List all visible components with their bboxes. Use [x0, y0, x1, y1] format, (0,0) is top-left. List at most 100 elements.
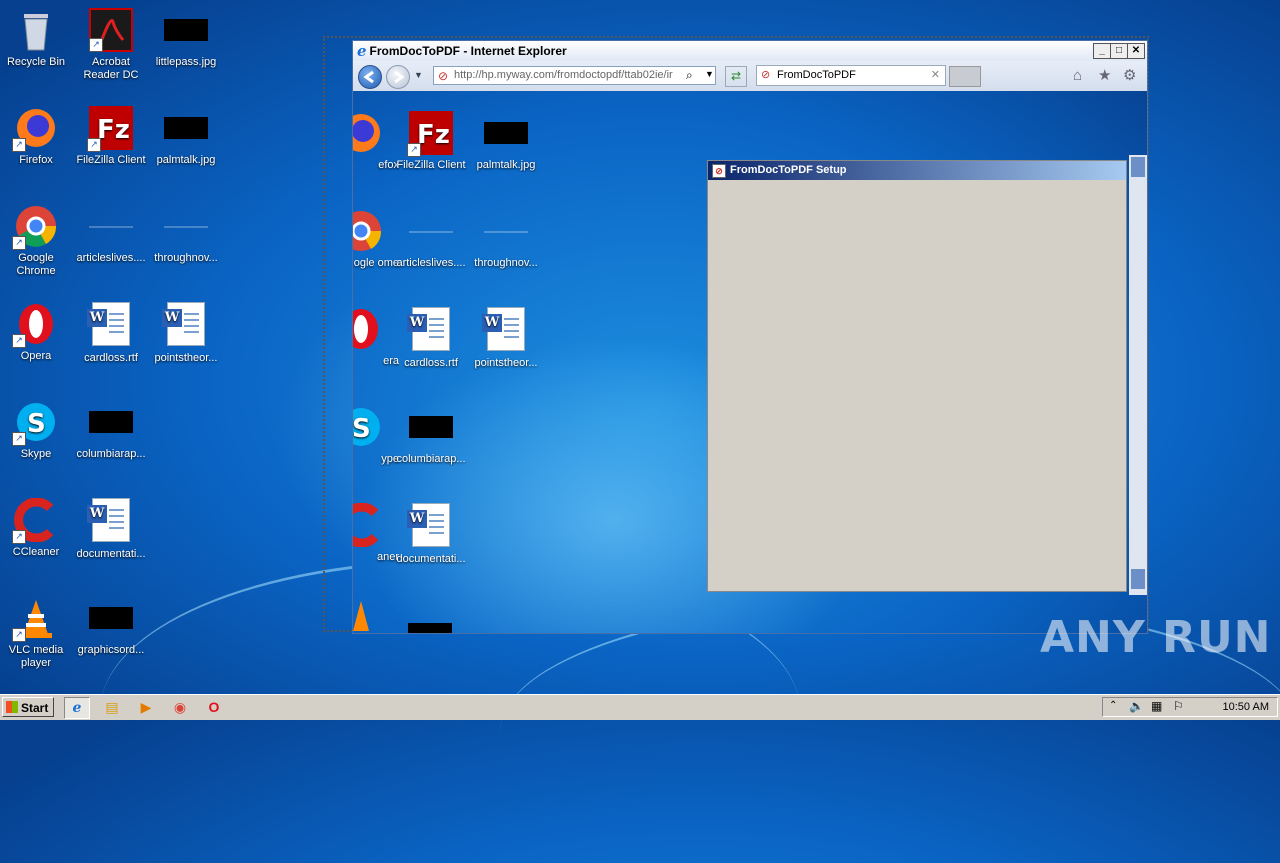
desktop-icon-palmtalk[interactable]: palmtalk.jpg: [148, 106, 224, 167]
forward-button[interactable]: [386, 65, 410, 89]
window-titlebar[interactable]: e FromDocToPDF - Internet Explorer _ □ ✕: [353, 41, 1147, 61]
desktop-icon-label: CCleaner: [12, 546, 60, 558]
media-player-icon[interactable]: ▶: [134, 697, 158, 717]
image-thumbnail: [164, 19, 208, 41]
volume-icon[interactable]: 🔈: [1129, 699, 1144, 713]
address-dropdown-icon[interactable]: ▼: [705, 69, 714, 79]
new-tab-button[interactable]: [949, 66, 981, 87]
word-document-icon: W: [407, 503, 450, 547]
desktop-icon-firefox[interactable]: ↗ Firefox: [0, 106, 74, 167]
search-icon[interactable]: ⌕: [686, 68, 693, 83]
scrollbar-thumb-bottom[interactable]: [1131, 569, 1145, 589]
refresh-icon[interactable]: ⇄: [725, 66, 747, 87]
desktop-icon-acrobat[interactable]: ↗ Acrobat Reader DC: [73, 8, 149, 82]
desktop-icon-littlepass[interactable]: littlepass.jpg: [148, 8, 224, 69]
desktop-icon-label: Opera: [20, 350, 52, 362]
history-dropdown-icon[interactable]: ▼: [414, 70, 423, 80]
desktop-icon-label: cardloss.rtf: [84, 352, 138, 364]
tab-close-icon[interactable]: ✕: [931, 66, 940, 85]
desktop-icon-label: throughnov...: [154, 252, 218, 264]
desktop-icon-graphicsord[interactable]: graphicsord...: [73, 596, 149, 657]
favorites-star-icon[interactable]: ★: [1098, 66, 1111, 84]
desktop-icon-chrome[interactable]: ↗ Google Chrome: [0, 204, 74, 278]
firefox-icon: ↗: [12, 106, 58, 152]
tray-expand-icon[interactable]: ⌃: [1109, 700, 1117, 711]
network-icon[interactable]: ▦: [1151, 699, 1162, 713]
tab-fromdoctopdf[interactable]: ⊘ FromDocToPDF ✕: [756, 65, 946, 86]
vlc-cone-icon: [353, 601, 369, 631]
minimize-button[interactable]: _: [1093, 43, 1111, 59]
desktop-icon-label: Recycle Bin: [6, 56, 66, 68]
close-button[interactable]: ✕: [1127, 43, 1145, 59]
desktop-icon-label: Google Chrome: [16, 252, 56, 277]
recycle-bin-icon: [14, 8, 58, 52]
clock[interactable]: 10:50 AM: [1223, 701, 1269, 713]
image-thumbnail: [89, 607, 133, 629]
navigation-bar: ▼ ⊘ http://hp.myway.com/fromdoctopdf/tta…: [353, 61, 1147, 91]
flag-icon[interactable]: ⚐: [1173, 699, 1184, 713]
window-title: FromDocToPDF - Internet Explorer: [369, 44, 567, 58]
desktop-icon-skype[interactable]: S ↗ Skype: [0, 400, 74, 461]
tab-favicon: ⊘: [761, 69, 771, 81]
vertical-scrollbar[interactable]: [1129, 155, 1147, 595]
back-button[interactable]: [358, 65, 382, 89]
tab-label: FromDocToPDF: [777, 69, 856, 81]
setup-dialog[interactable]: ⊘ FromDocToPDF Setup: [707, 160, 1127, 592]
address-bar[interactable]: ⊘ http://hp.myway.com/fromdoctopdf/ttab0…: [433, 66, 716, 85]
desktop-icon-filezilla[interactable]: Fz ↗ FileZilla Client: [73, 106, 149, 167]
desktop-icon-label: FileZilla Client: [76, 154, 146, 166]
opera-taskbar-icon[interactable]: O: [202, 697, 226, 717]
desktop-icon-label: columbiarap...: [76, 448, 146, 460]
content-icon-label: throughnov...: [474, 257, 538, 269]
desktop-icon-cardloss[interactable]: W cardloss.rtf: [73, 302, 149, 365]
desktop-icon-label: articleslives....: [76, 252, 146, 264]
skype-icon: S ↗: [12, 400, 58, 446]
scrollbar-thumb[interactable]: [1131, 157, 1145, 177]
chrome-icon: [353, 209, 383, 253]
opera-icon: ↗: [12, 302, 58, 348]
image-thumbnail: [484, 122, 528, 144]
content-icon-label: palmtalk.jpg: [476, 159, 536, 171]
desktop-icon-documentati[interactable]: W documentati...: [73, 498, 149, 561]
chrome-taskbar-icon[interactable]: ◉: [168, 697, 192, 717]
desktop-icon-ccleaner[interactable]: ↗ CCleaner: [0, 497, 74, 559]
home-icon[interactable]: ⌂: [1073, 67, 1082, 84]
content-icon-articleslives: articleslives....: [393, 209, 469, 270]
image-thumbnail: [164, 117, 208, 139]
windows-logo-icon: [6, 701, 18, 713]
desktop-icon-vlc[interactable]: ↗ VLC media player: [0, 596, 74, 670]
desktop-icon-label: palmtalk.jpg: [156, 154, 216, 166]
content-icon-palmtalk: palmtalk.jpg: [468, 111, 544, 172]
desktop-icon-opera[interactable]: ↗ Opera: [0, 302, 74, 363]
opera-icon: [353, 307, 383, 351]
desktop-icon-label: Acrobat Reader DC: [83, 56, 139, 81]
word-document-icon: W: [482, 307, 525, 351]
maximize-button[interactable]: □: [1110, 43, 1128, 59]
content-icon-label: cardloss.rtf: [404, 357, 458, 369]
desktop-icon-label: VLC media player: [8, 644, 64, 669]
folder-icon[interactable]: ▤: [100, 697, 124, 717]
desktop-icon-articleslives[interactable]: articleslives....: [73, 204, 149, 265]
desktop-icon-throughnov[interactable]: throughnov...: [148, 204, 224, 265]
word-document-icon: W: [407, 307, 450, 351]
desktop-icon-pointstheor[interactable]: W pointstheor...: [148, 302, 224, 365]
desktop-icon-columbiarap[interactable]: columbiarap...: [73, 400, 149, 461]
desktop-icon-label: documentati...: [76, 548, 146, 560]
settings-gear-icon[interactable]: ⚙: [1123, 66, 1136, 84]
taskbar-internet-explorer[interactable]: e: [64, 697, 90, 719]
content-icon-filezilla: Fz ↗ FileZilla Client: [393, 111, 469, 172]
firefox-icon: [353, 111, 383, 155]
start-button[interactable]: Start: [2, 697, 54, 717]
setup-app-icon: ⊘: [712, 164, 726, 178]
content-icon-cardloss: W cardloss.rtf: [393, 307, 469, 370]
desktop-icon-label: graphicsord...: [77, 644, 145, 656]
desktop-icon-recycle-bin[interactable]: Recycle Bin: [0, 8, 74, 69]
acrobat-icon: ↗: [89, 8, 133, 52]
setup-dialog-titlebar[interactable]: ⊘ FromDocToPDF Setup: [708, 161, 1126, 180]
word-document-icon: W: [87, 302, 130, 346]
word-document-icon: W: [87, 498, 130, 542]
ccleaner-icon: [353, 502, 383, 548]
taskbar: Start e ▤ ▶ ◉ O ⌃ 🔈 ▦ ⚐ 10:50 AM: [0, 694, 1280, 720]
content-icon-columbiarap: columbiarap...: [393, 405, 469, 466]
content-icon-documentati: W documentati...: [393, 503, 469, 566]
